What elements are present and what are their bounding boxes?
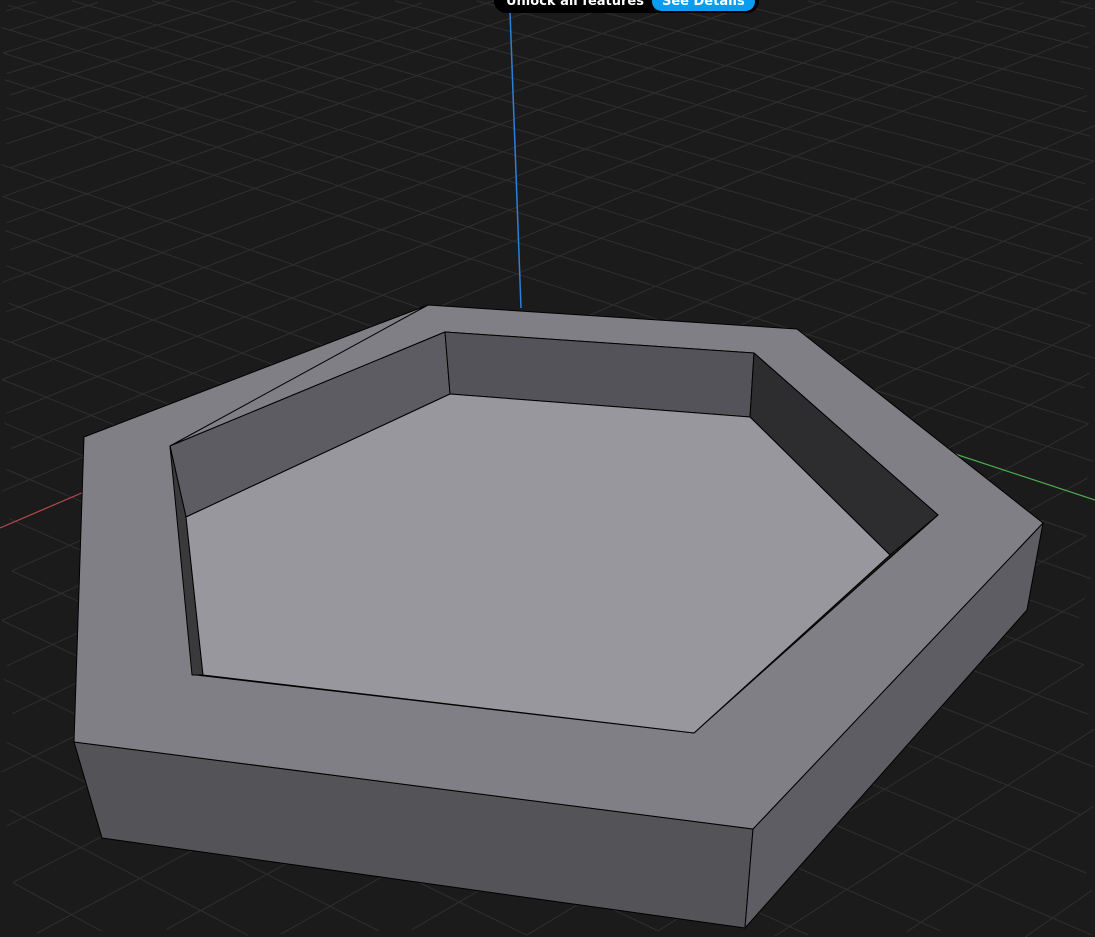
grid-line [10,0,496,169]
grid-line [807,0,1093,70]
x-axis-line [0,491,85,529]
upgrade-banner-text: Unlock all features [506,0,644,9]
hexagon-tray-model[interactable] [73,304,1044,929]
grid-line [1025,889,1093,937]
grid-line [558,0,1091,137]
3d-viewport[interactable] [0,0,1095,937]
grid-line [891,0,1089,49]
grid-line [476,0,1095,162]
grid-line [906,805,1094,933]
grid-line [394,0,1086,185]
grid-line [71,0,1087,295]
grid-line [12,882,102,932]
grid-line [9,2,99,31]
upgrade-banner: Unlock all features See Details [494,0,759,13]
grid-line [151,0,1084,265]
grid-line [1060,0,1094,10]
see-details-button[interactable]: See Details [651,0,755,11]
grid-line [975,0,1086,28]
grid-line [2,0,171,54]
grid-line [641,0,1088,113]
